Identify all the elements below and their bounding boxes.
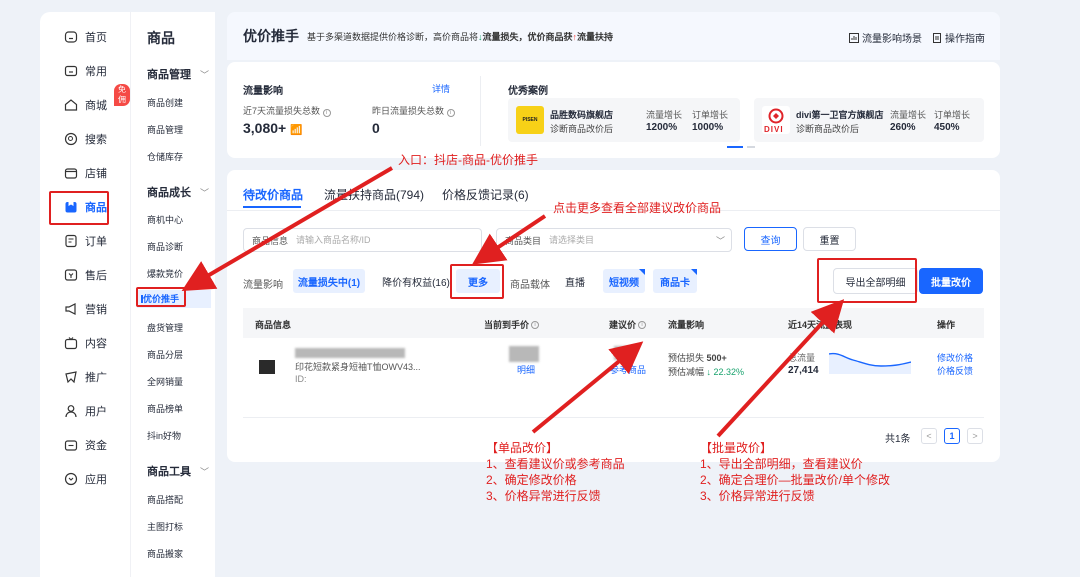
annotation-single: 【单品改价】 1、查看建议价或参考商品 2、确定修改价格 3、价格异常进行反馈 xyxy=(486,441,625,503)
annotation-batch: 【批量改价】 1、导出全部明细，查看建议价 2、确定合理价—批量改价/单个修改 … xyxy=(700,441,891,503)
annotation-more: 点击更多查看全部建议改价商品 xyxy=(553,201,722,215)
annotation-entry: 入口：抖店-商品-优价推手 xyxy=(398,153,538,167)
